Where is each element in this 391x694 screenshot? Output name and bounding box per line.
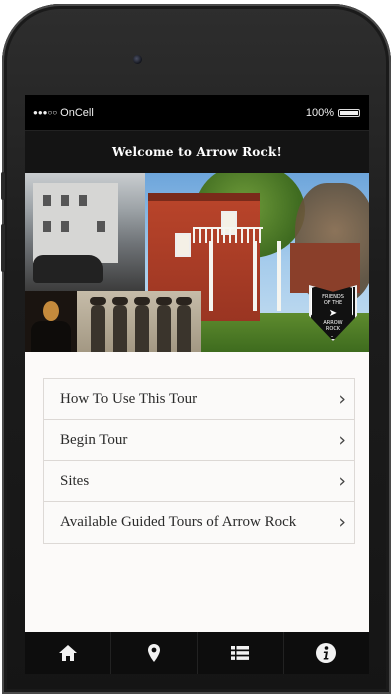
chevron-right-icon: ›	[338, 428, 346, 451]
historic-street-photo	[25, 173, 145, 291]
main-menu: How To Use This Tour › Begin Tour › Site…	[43, 378, 355, 544]
info-icon	[316, 643, 337, 663]
menu-item-guided-tours[interactable]: Available Guided Tours of Arrow Rock ›	[44, 502, 354, 543]
menu-item-label: How To Use This Tour	[60, 390, 198, 407]
tab-home[interactable]	[25, 632, 112, 674]
arrow-icon: ➤	[328, 307, 338, 319]
tab-map[interactable]	[111, 632, 198, 674]
nav-bar: Welcome to Arrow Rock!	[25, 130, 369, 173]
front-camera	[133, 55, 142, 64]
menu-item-label: Sites	[60, 472, 90, 489]
chevron-right-icon: ›	[338, 469, 346, 492]
home-icon	[58, 645, 77, 661]
page-title: Welcome to Arrow Rock!	[112, 145, 282, 159]
tab-bar	[25, 632, 369, 674]
tab-list[interactable]	[198, 632, 284, 674]
chevron-right-icon: ›	[338, 387, 346, 410]
group-photo	[77, 291, 201, 352]
carrier-name: OnCell	[60, 106, 94, 119]
map-pin-icon	[147, 644, 160, 662]
tab-info[interactable]	[284, 632, 369, 674]
menu-item-sites[interactable]: Sites ›	[44, 461, 354, 502]
battery-icon	[338, 108, 360, 117]
chevron-right-icon: ›	[338, 511, 346, 533]
menu-item-label: Begin Tour	[60, 431, 128, 448]
signal-icon: ●●●○○	[33, 108, 58, 117]
mute-switch	[1, 172, 5, 200]
status-bar: ●●●○○ OnCell 100%	[25, 95, 369, 130]
volume-up-button	[1, 224, 5, 272]
menu-item-label: Available Guided Tours of Arrow Rock	[60, 514, 297, 530]
menu-item-how-to-use[interactable]: How To Use This Tour ›	[44, 379, 354, 420]
list-icon	[231, 646, 250, 660]
hero-collage: FRIENDS OF THE ➤ ARROW ROCK	[25, 173, 369, 352]
battery-percent: 100%	[305, 106, 334, 119]
menu-item-begin-tour[interactable]: Begin Tour ›	[44, 420, 354, 461]
app-screen: ●●●○○ OnCell 100% Welcome to Arrow Rock!	[25, 95, 369, 674]
portrait-photo	[25, 291, 77, 352]
